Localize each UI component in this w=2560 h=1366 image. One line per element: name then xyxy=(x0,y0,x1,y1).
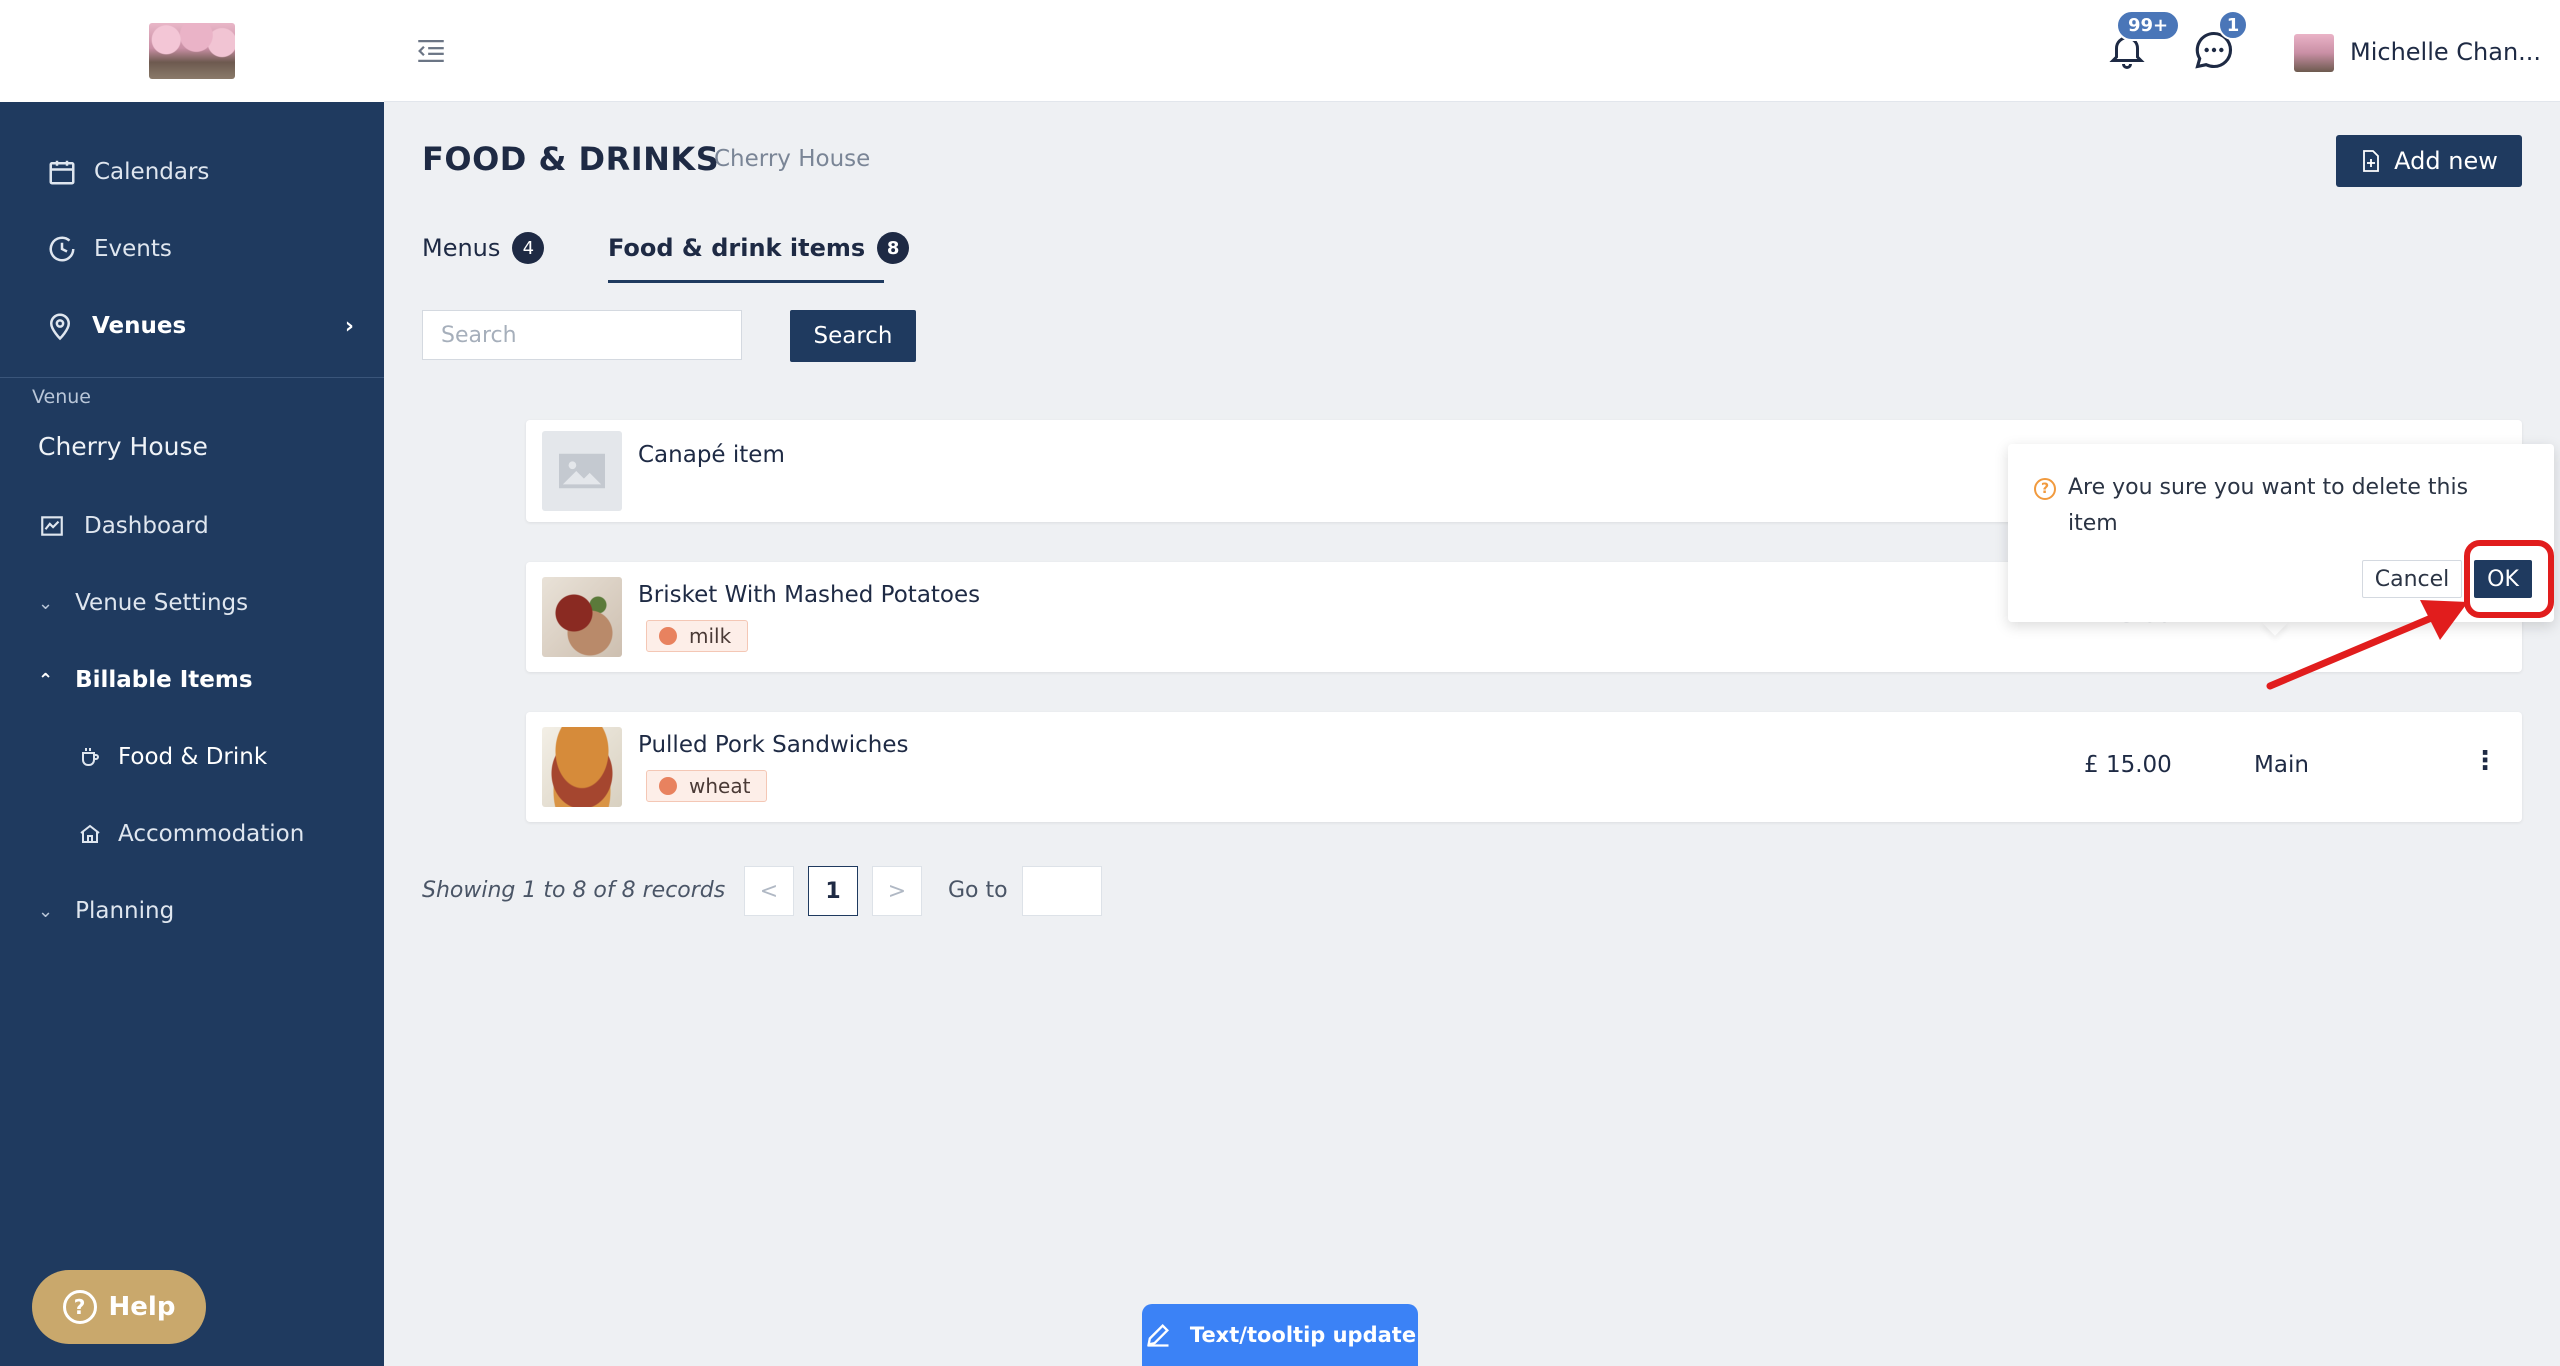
top-header: 99+ 1 Michelle Chan... xyxy=(384,0,2560,102)
tab-menus[interactable]: Menus 4 xyxy=(422,232,545,264)
question-icon: ? xyxy=(2034,478,2056,500)
item-price: £ 15.00 xyxy=(2084,752,2172,778)
item-photo xyxy=(542,577,622,657)
item-name[interactable]: Brisket With Mashed Potatoes xyxy=(638,582,980,608)
allergen-tag: milk xyxy=(646,620,749,652)
page-subtitle: Cherry House xyxy=(714,146,871,172)
pagination-page-current[interactable]: 1 xyxy=(808,866,858,916)
popconfirm-message: Are you sure you want to delete this ite… xyxy=(2068,475,2469,536)
nav-food-drink[interactable]: Food & Drink xyxy=(0,741,384,773)
venue-logo[interactable] xyxy=(149,23,235,79)
calendar-icon xyxy=(46,156,78,188)
sidebar-divider xyxy=(0,377,384,378)
logo-area xyxy=(0,0,384,102)
search-button[interactable]: Search xyxy=(790,310,916,362)
item-course: Main xyxy=(2254,752,2309,778)
file-add-icon xyxy=(2363,150,2380,172)
nav-venues[interactable]: Venues › xyxy=(0,310,384,342)
chart-icon xyxy=(36,510,68,542)
item-name[interactable]: Pulled Pork Sandwiches xyxy=(638,732,909,758)
notifications-badge: 99+ xyxy=(2116,10,2181,41)
home-icon xyxy=(74,818,106,850)
sidebar: Calendars Events Venues › Venue Cherry H… xyxy=(0,0,384,1366)
venue-name[interactable]: Cherry House xyxy=(38,432,208,461)
nav-planning-label: Planning xyxy=(75,898,175,924)
question-icon: ? xyxy=(62,1290,97,1324)
item-photo xyxy=(542,727,622,807)
chevron-down-icon: ⌄ xyxy=(38,900,54,922)
pagination-prev[interactable]: < xyxy=(744,866,794,916)
tab-food-drink-items[interactable]: Food & drink items 8 xyxy=(608,232,910,264)
tab-items-label: Food & drink items xyxy=(608,234,866,262)
allergen-icon xyxy=(659,777,677,795)
allergen-label: wheat xyxy=(689,774,751,798)
nav-events-label: Events xyxy=(94,236,172,262)
clock-icon xyxy=(46,233,78,265)
menu-collapse-icon[interactable] xyxy=(414,34,448,68)
annotation-arrow-icon xyxy=(2266,600,2468,690)
user-name[interactable]: Michelle Chan... xyxy=(2350,38,2541,66)
nav-venue-settings[interactable]: ⌄ Venue Settings xyxy=(0,587,384,619)
location-pin-icon xyxy=(44,310,76,342)
item-name[interactable]: Canapé item xyxy=(638,442,785,468)
venue-section-label: Venue xyxy=(32,386,91,408)
add-new-label: Add new xyxy=(2394,147,2498,175)
help-button[interactable]: ? Help xyxy=(32,1270,206,1344)
nav-billable-items[interactable]: ⌃ Billable Items xyxy=(0,664,384,696)
nav-venue-settings-label: Venue Settings xyxy=(75,590,249,616)
tooltip-button-label: Text/tooltip update xyxy=(1189,1323,1417,1347)
nav-dashboard-label: Dashboard xyxy=(84,513,209,539)
tab-items-count: 8 xyxy=(877,232,910,264)
more-icon[interactable]: ⋮ xyxy=(2472,746,2498,776)
chevron-right-icon: › xyxy=(344,313,354,339)
pagination-summary: Showing 1 to 8 of 8 records xyxy=(422,878,726,903)
nav-events[interactable]: Events xyxy=(0,233,384,265)
nav-calendars-label: Calendars xyxy=(94,159,210,185)
page-title: FOOD & DRINKS xyxy=(422,140,720,178)
image-placeholder-icon xyxy=(542,431,622,511)
pencil-icon xyxy=(1147,1324,1169,1347)
active-tab-indicator xyxy=(608,280,884,283)
nav-food-drink-label: Food & Drink xyxy=(118,744,268,770)
cup-icon xyxy=(74,741,106,773)
messages-badge: 1 xyxy=(2218,10,2248,40)
tab-menus-label: Menus xyxy=(422,234,501,262)
help-label: Help xyxy=(108,1292,176,1322)
nav-accommodation[interactable]: Accommodation xyxy=(0,818,384,850)
nav-venues-label: Venues xyxy=(92,313,187,339)
allergen-tag: wheat xyxy=(646,770,768,802)
chevron-down-icon: ⌄ xyxy=(38,592,54,614)
goto-input[interactable] xyxy=(1022,866,1102,916)
chevron-up-icon: ⌃ xyxy=(38,669,54,691)
add-new-button[interactable]: Add new xyxy=(2336,135,2522,187)
pagination-next[interactable]: > xyxy=(872,866,922,916)
nav-dashboard[interactable]: Dashboard xyxy=(0,510,384,542)
search-input[interactable] xyxy=(422,310,742,360)
list-item[interactable]: Pulled Pork Sandwiches wheat £ 15.00 Mai… xyxy=(526,712,2522,822)
nav-calendars[interactable]: Calendars xyxy=(0,156,384,188)
allergen-icon xyxy=(659,627,677,645)
nav-planning[interactable]: ⌄ Planning xyxy=(0,895,384,927)
nav-accommodation-label: Accommodation xyxy=(118,821,305,847)
allergen-label: milk xyxy=(689,624,732,648)
avatar[interactable] xyxy=(2294,34,2334,72)
text-tooltip-update-button[interactable]: Text/tooltip update xyxy=(1142,1304,1418,1366)
tab-menus-count: 4 xyxy=(512,232,545,264)
goto-label: Go to xyxy=(948,878,1008,903)
nav-billable-items-label: Billable Items xyxy=(75,667,253,693)
